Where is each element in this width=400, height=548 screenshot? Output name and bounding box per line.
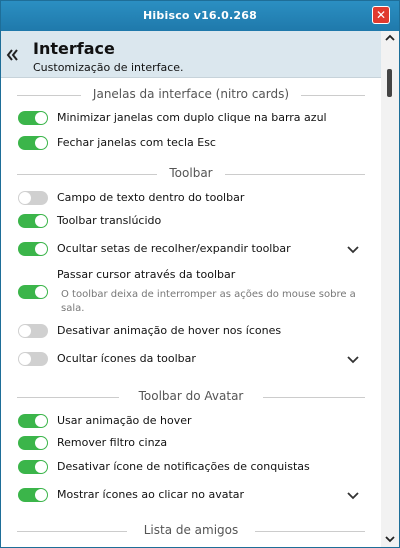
chevron-down-icon[interactable] <box>346 491 360 501</box>
section-title: Toolbar do Avatar <box>1 389 381 403</box>
row-label: Desativar animação de hover nos ícones <box>57 324 282 337</box>
back-chevrons-icon[interactable] <box>5 47 21 63</box>
page-title: Interface <box>33 39 115 58</box>
scroll-thumb[interactable] <box>387 69 392 97</box>
settings-window: Hibisco v16.0.268 ✕ Interface Customizaç… <box>0 0 400 548</box>
row-label: Usar animação de hover <box>57 414 192 427</box>
toggle-minimize-double-click[interactable] <box>18 111 48 125</box>
toggle-remove-gray-filter[interactable] <box>18 436 48 450</box>
title-bar[interactable]: Hibisco v16.0.268 ✕ <box>1 1 399 31</box>
settings-content: Janelas da interface (nitro cards) Minim… <box>1 78 381 547</box>
toggle-hide-arrows[interactable] <box>18 242 48 256</box>
row-label: Remover filtro cinza <box>57 436 168 449</box>
section-title: Toolbar <box>1 166 381 180</box>
toggle-pass-cursor[interactable] <box>18 285 48 299</box>
row-label: Ocultar setas de recolher/expandir toolb… <box>57 242 291 255</box>
row-description: O toolbar deixa de interromper as ações … <box>61 289 356 314</box>
chevron-down-icon[interactable] <box>346 245 360 255</box>
row-label: Campo de texto dentro do toolbar <box>57 191 245 204</box>
row-label: Ocultar ícones da toolbar <box>57 352 196 365</box>
toggle-disable-hover-animation[interactable] <box>18 324 48 338</box>
section-title: Janelas da interface (nitro cards) <box>1 87 381 101</box>
toggle-close-esc[interactable] <box>18 136 48 150</box>
row-label: Mostrar ícones ao clicar no avatar <box>57 488 245 501</box>
row-label: Fechar janelas com tecla Esc <box>57 136 216 149</box>
row-label: Toolbar translúcido <box>57 214 162 227</box>
close-icon: ✕ <box>375 8 387 22</box>
page-header: Interface Customização de interface. <box>1 31 381 78</box>
toggle-text-field-toolbar[interactable] <box>18 191 48 205</box>
section-title: Lista de amigos <box>1 523 381 537</box>
row-label: Minimizar janelas com duplo clique na ba… <box>57 111 327 124</box>
page-subtitle: Customização de interface. <box>33 61 184 74</box>
scroll-down-icon[interactable] <box>384 535 396 543</box>
chevron-down-icon[interactable] <box>346 355 360 365</box>
toggle-hover-animation[interactable] <box>18 414 48 428</box>
close-button[interactable]: ✕ <box>372 6 390 24</box>
toggle-translucent-toolbar[interactable] <box>18 214 48 228</box>
toggle-disable-achievement-notifications[interactable] <box>18 460 48 474</box>
toggle-hide-toolbar-icons[interactable] <box>18 352 48 366</box>
row-label: Passar cursor através da toolbar <box>57 268 236 281</box>
row-label: Desativar ícone de notificações de conqu… <box>57 460 310 473</box>
window-title: Hibisco v16.0.268 <box>143 9 257 22</box>
scrollbar[interactable] <box>381 31 399 547</box>
toggle-show-icons-avatar-click[interactable] <box>18 488 48 502</box>
scroll-up-icon[interactable] <box>384 34 396 42</box>
